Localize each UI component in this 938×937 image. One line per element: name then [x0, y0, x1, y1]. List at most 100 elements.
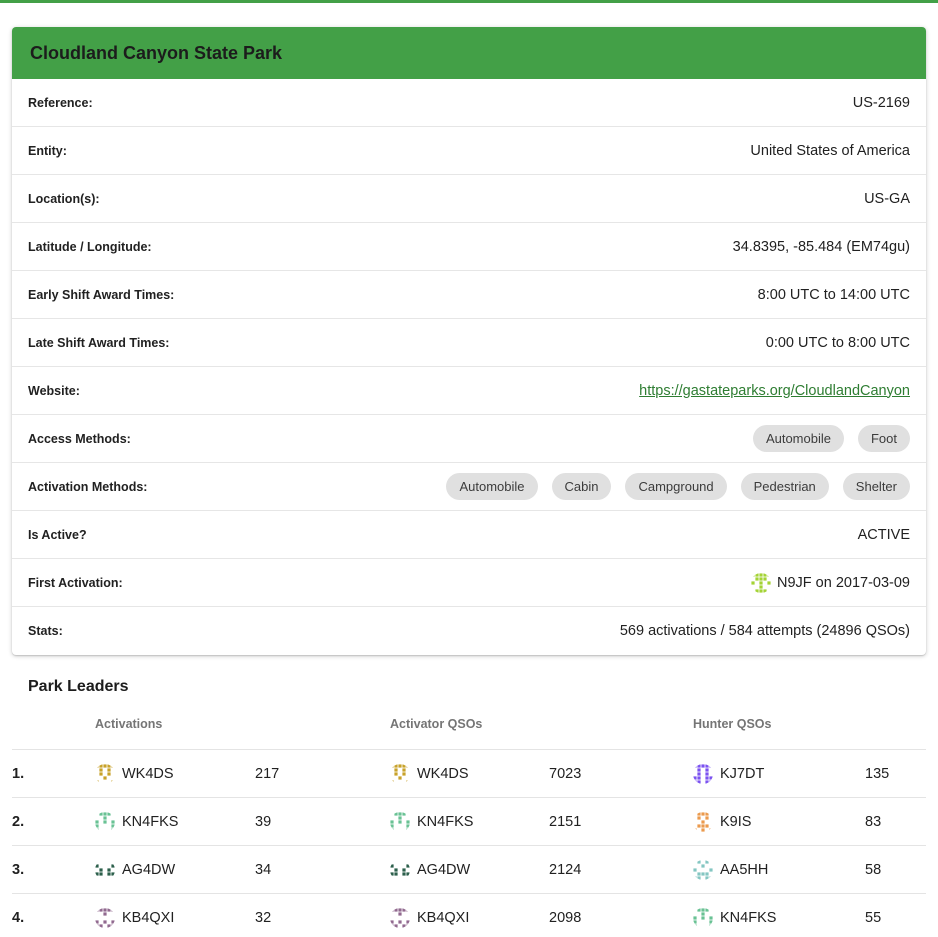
leader-row: 4. KB4QXI 32 KB4QXI 2098 KN4FKS 55 [12, 894, 926, 937]
identicon-avatar [95, 860, 115, 880]
leader-callsign: KN4FKS [720, 910, 776, 926]
identicon-avatar [390, 764, 410, 784]
leader-activator-qsos-count: 7023 [549, 750, 693, 798]
detail-label: Reference: [28, 96, 109, 110]
leader-hunter-qsos-count: 135 [865, 750, 926, 798]
detail-label: First Activation: [28, 576, 139, 590]
leader-hunter-qsos-count: 55 [865, 894, 926, 937]
leaders-header-row: Activations Activator QSOs Hunter QSOs [12, 701, 926, 750]
detail-label: Entity: [28, 144, 83, 158]
leader-row: 3. AG4DW 34 AG4DW 2124 AA5HH 58 [12, 846, 926, 894]
leader-callsign: KB4QXI [417, 910, 469, 926]
detail-value: Automobile Cabin Campground Pedestrian Shelt… [438, 473, 910, 500]
leader-activations-callsign: WK4DS [95, 750, 255, 798]
leader-callsign: WK4DS [122, 766, 174, 782]
leader-activations-count: 39 [255, 798, 390, 846]
detail-value: US-2169 [853, 95, 910, 111]
leader-activations-callsign: KB4QXI [95, 894, 255, 937]
leader-activator-qsos-callsign: WK4DS [390, 750, 549, 798]
leader-rank: 4. [12, 894, 95, 937]
identicon-avatar [693, 908, 713, 928]
identicon-avatar [751, 573, 771, 593]
method-chip: Pedestrian [741, 473, 829, 500]
leader-row: 1. WK4DS 217 WK4DS 7023 KJ7DT 135 [12, 750, 926, 798]
detail-value: 8:00 UTC to 14:00 UTC [758, 287, 910, 303]
detail-label: Latitude / Longitude: [28, 240, 168, 254]
leader-hunter-qsos-callsign: AA5HH [693, 846, 865, 894]
leader-hunter-qsos-callsign: KJ7DT [693, 750, 865, 798]
leader-callsign: KN4FKS [122, 814, 178, 830]
leader-callsign: AG4DW [417, 862, 470, 878]
identicon-avatar [95, 908, 115, 928]
park-details-list: Reference: US-2169 Entity: United States… [12, 79, 926, 655]
park-title: Cloudland Canyon State Park [12, 27, 926, 79]
detail-row: Website: https://gastateparks.org/Cloudl… [12, 367, 926, 415]
detail-row: Latitude / Longitude: 34.8395, -85.484 (… [12, 223, 926, 271]
identicon-avatar [390, 812, 410, 832]
leader-rank: 3. [12, 846, 95, 894]
leaders-header-rank [12, 701, 95, 750]
detail-row: Is Active? ACTIVE [12, 511, 926, 559]
leader-activator-qsos-count: 2098 [549, 894, 693, 937]
detail-label: Activation Methods: [28, 480, 163, 494]
detail-value: N9JF on 2017-03-09 [751, 573, 910, 593]
detail-value: 569 activations / 584 attempts (24896 QS… [620, 623, 910, 639]
detail-row: Late Shift Award Times: 0:00 UTC to 8:00… [12, 319, 926, 367]
park-leaders-heading: Park Leaders [28, 677, 938, 697]
park-leaders-table: Activations Activator QSOs Hunter QSOs 1… [12, 701, 926, 937]
detail-row: Activation Methods: Automobile Cabin Campg… [12, 463, 926, 511]
leader-rank: 2. [12, 798, 95, 846]
leader-hunter-qsos-count: 83 [865, 798, 926, 846]
identicon-avatar [390, 860, 410, 880]
leader-activator-qsos-count: 2124 [549, 846, 693, 894]
leader-activations-count: 34 [255, 846, 390, 894]
leaders-header-activations: Activations [95, 701, 255, 750]
leader-activations-count: 217 [255, 750, 390, 798]
leader-callsign: KJ7DT [720, 766, 764, 782]
identicon-avatar [693, 764, 713, 784]
leader-activator-qsos-callsign: KN4FKS [390, 798, 549, 846]
park-detail-card: Cloudland Canyon State Park Reference: U… [12, 27, 926, 655]
identicon-avatar [693, 860, 713, 880]
detail-value: 34.8395, -85.484 (EM74gu) [733, 239, 910, 255]
method-chip: Automobile [753, 425, 844, 452]
detail-label: Stats: [28, 624, 79, 638]
detail-label: Website: [28, 384, 96, 398]
leader-callsign: KN4FKS [417, 814, 473, 830]
detail-row: Location(s): US-GA [12, 175, 926, 223]
detail-value: United States of America [750, 143, 910, 159]
method-chip: Foot [858, 425, 910, 452]
detail-label: Early Shift Award Times: [28, 288, 190, 302]
leaders-header-hunter-qsos: Hunter QSOs [693, 701, 865, 750]
leader-activator-qsos-callsign: AG4DW [390, 846, 549, 894]
method-chip: Shelter [843, 473, 910, 500]
leader-activations-callsign: KN4FKS [95, 798, 255, 846]
leaders-header-activator-qsos-count [549, 701, 693, 750]
method-chip: Campground [625, 473, 726, 500]
detail-label: Location(s): [28, 192, 116, 206]
leader-activator-qsos-count: 2151 [549, 798, 693, 846]
identicon-avatar [390, 908, 410, 928]
leader-activator-qsos-callsign: KB4QXI [390, 894, 549, 937]
first-activation-text: N9JF on 2017-03-09 [777, 575, 910, 591]
detail-row: Access Methods: AutomobileFoot [12, 415, 926, 463]
leader-callsign: AG4DW [122, 862, 175, 878]
leaders-header-activations-count [255, 701, 390, 750]
detail-value: 0:00 UTC to 8:00 UTC [766, 335, 910, 351]
leader-hunter-qsos-callsign: K9IS [693, 798, 865, 846]
detail-value: ACTIVE [858, 527, 910, 543]
leader-activations-count: 32 [255, 894, 390, 937]
detail-row: Early Shift Award Times: 8:00 UTC to 14:… [12, 271, 926, 319]
leader-callsign: AA5HH [720, 862, 768, 878]
identicon-avatar [95, 764, 115, 784]
leader-hunter-qsos-callsign: KN4FKS [693, 894, 865, 937]
method-chip: Automobile [446, 473, 537, 500]
leader-hunter-qsos-count: 58 [865, 846, 926, 894]
detail-value: https://gastateparks.org/CloudlandCanyon [639, 383, 910, 399]
detail-value: US-GA [864, 191, 910, 207]
leader-rank: 1. [12, 750, 95, 798]
leader-callsign: WK4DS [417, 766, 469, 782]
leader-callsign: K9IS [720, 814, 751, 830]
method-chip: Cabin [552, 473, 612, 500]
website-link[interactable]: https://gastateparks.org/CloudlandCanyon [639, 383, 910, 399]
